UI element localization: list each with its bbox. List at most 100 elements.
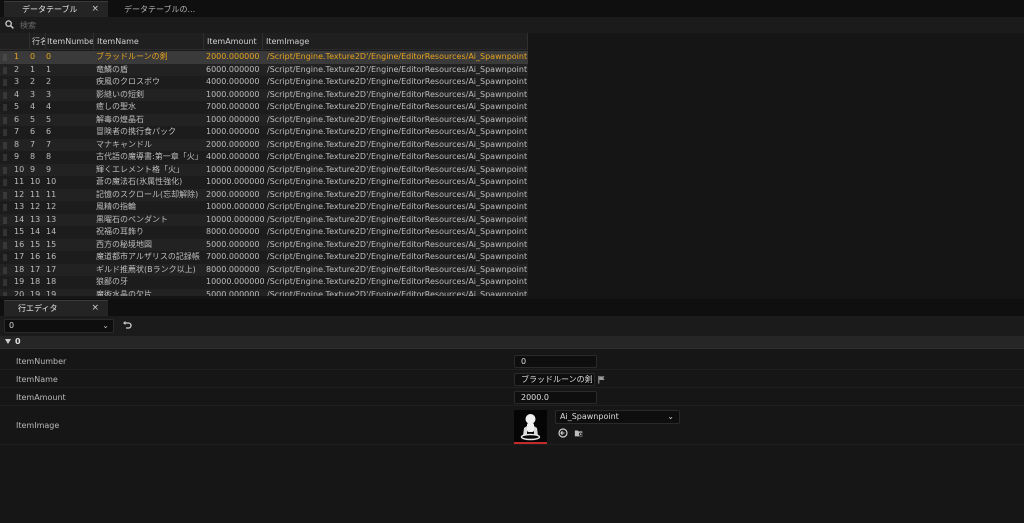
table-row[interactable]: 15 14 14 祝福の耳飾り 8000.000000/Script/Engine.Te… xyxy=(0,226,528,239)
item-amount-cell: 8000.000000 xyxy=(206,227,260,236)
property-label: ItemNumber xyxy=(16,357,67,366)
drag-handle-icon[interactable] xyxy=(3,291,7,296)
drag-handle-icon[interactable] xyxy=(3,116,7,124)
table-row[interactable]: 20 19 19 魔術水晶の欠片 5000.000000/Script/Engine.T… xyxy=(0,288,528,297)
search-bar[interactable]: 検索 xyxy=(0,17,1024,33)
undo-icon[interactable] xyxy=(122,320,132,330)
item-amount-cell: 10000.000000 xyxy=(206,277,264,286)
drag-handle-icon[interactable] xyxy=(3,54,7,61)
column-header-item-image[interactable]: ItemImage xyxy=(263,33,528,50)
table-row[interactable]: 12 11 11 記憶のスクロール(忘却解除) 2000.000000/Script/E… xyxy=(0,188,528,201)
folder-search-icon[interactable] xyxy=(574,428,584,438)
arrow-left-circle-icon[interactable] xyxy=(558,428,568,438)
drag-handle-icon[interactable] xyxy=(3,179,7,186)
item-amount-cell: 5000.000000 xyxy=(206,239,260,249)
drag-handle-icon[interactable] xyxy=(3,129,7,136)
category-header[interactable]: 0 xyxy=(0,336,1024,349)
row-name: 5 xyxy=(30,114,36,124)
close-icon[interactable]: × xyxy=(91,303,99,313)
table-row[interactable]: 2 1 1 竜鱗の盾 6000.000000/Script/Engine.Texture… xyxy=(0,63,528,76)
drag-handle-icon[interactable] xyxy=(3,66,7,74)
column-header-item-name[interactable]: ItemName xyxy=(94,33,204,50)
tab-data-table[interactable]: データテーブル × xyxy=(4,1,108,17)
table-row[interactable]: 5 4 4 癒しの聖水 7000.000000/Script/Engine.Textur… xyxy=(0,101,528,114)
drag-handle-icon[interactable] xyxy=(3,254,7,261)
drag-handle-icon[interactable] xyxy=(3,154,7,161)
table-row[interactable]: 4 3 3 影縫いの短剣 1000.000000/Script/Engine.Textu… xyxy=(0,88,528,101)
item-image-cell: /Script/Engine.Texture2D'/Engine/EditorR… xyxy=(267,77,528,86)
column-header-item-number[interactable]: ItemNumber xyxy=(46,33,94,50)
table-row[interactable]: 8 7 7 マナキャンドル 2000.000000/Script/Engine.Text… xyxy=(0,138,528,151)
table-row[interactable]: 6 5 5 解毒の煌晶石 1000.000000/Script/Engine.Textu… xyxy=(0,113,528,126)
table-row[interactable]: 10 9 9 輝くエレメント格「火」 10000.000000/Script/Engin… xyxy=(0,163,528,176)
item-amount-cell: 2000.000000 xyxy=(206,139,260,149)
close-icon[interactable]: × xyxy=(91,4,99,14)
tab-label: データテーブル xyxy=(22,5,78,14)
column-header-item-amount[interactable]: ItemAmount xyxy=(204,33,263,50)
item-name-cell: 解毒の煌晶石 xyxy=(96,114,144,124)
table-row[interactable]: 7 6 6 冒険者の携行食パック 1000.000000/Script/Engine.T… xyxy=(0,126,528,139)
item-number-cell: 3 xyxy=(46,89,52,99)
row-name: 10 xyxy=(30,177,41,186)
asset-picker-dropdown[interactable]: Ai_Spawnpoint ⌄ xyxy=(555,410,680,424)
drag-handle-icon[interactable] xyxy=(3,279,7,286)
column-header-row-name[interactable]: 行名 xyxy=(30,33,46,50)
item-amount-cell: 10000.000000 xyxy=(206,214,264,224)
drag-handle-icon[interactable] xyxy=(3,91,7,99)
item-number-cell: 2 xyxy=(46,77,52,86)
table-row[interactable]: 3 2 2 疾風のクロスボウ 4000.000000/Script/Engine.Tex… xyxy=(0,76,528,89)
table-row[interactable]: 18 17 17 ギルド推薦状(Bランク以上) 8000.000000/Script/E… xyxy=(0,263,528,276)
drag-handle-icon[interactable] xyxy=(3,191,7,199)
table-row[interactable]: 9 8 8 古代語の魔導書:第一章「火」 4000.000000/Script/Engi… xyxy=(0,151,528,164)
table-row[interactable]: 1 0 0 ブラッドルーンの剣 2000.000000/Script/Engine.Te… xyxy=(0,51,528,64)
item-number-cell: 0 xyxy=(46,52,52,61)
item-image-cell: /Script/Engine.Texture2D'/Engine/EditorR… xyxy=(267,277,528,286)
drag-handle-icon[interactable] xyxy=(3,104,7,111)
drag-handle-icon[interactable] xyxy=(3,166,7,174)
drag-handle-icon[interactable] xyxy=(3,141,7,149)
item-amount-field[interactable]: 2000.0 xyxy=(514,391,597,404)
row-name: 1 xyxy=(30,64,36,74)
drag-handle-icon[interactable] xyxy=(3,241,7,249)
table-row[interactable]: 19 18 18 狼鄙の牙 10000.000000/Script/Engine.Tex… xyxy=(0,276,528,289)
item-name-cell: 癒しの聖水 xyxy=(96,102,136,111)
table-row[interactable]: 13 12 12 風精の指輪 10000.000000/Script/Engine.Te… xyxy=(0,201,528,214)
tab-row-editor[interactable]: 行エディタ × xyxy=(4,300,108,316)
row-name: 18 xyxy=(30,277,41,286)
table-row[interactable]: 17 16 16 魔道都市アルザリスの記録帳 7000.000000/Script/En… xyxy=(0,251,528,264)
row-name: 7 xyxy=(30,139,36,149)
item-amount-cell: 7000.000000 xyxy=(206,102,260,111)
item-name-field[interactable]: ブラッドルーンの剣 xyxy=(514,373,595,386)
drag-handle-icon[interactable] xyxy=(3,79,7,86)
drag-handle-icon[interactable] xyxy=(3,204,7,211)
item-name-cell: 風精の指輪 xyxy=(96,202,136,211)
row-name: 8 xyxy=(30,152,36,161)
asset-thumbnail[interactable] xyxy=(514,410,547,444)
item-amount-cell: 7000.000000 xyxy=(206,252,260,261)
item-number-cell: 1 xyxy=(46,64,52,74)
item-name-cell: マナキャンドル xyxy=(96,139,152,149)
item-image-cell: /Script/Engine.Texture2D'/Engine/EditorR… xyxy=(267,127,528,136)
table-row[interactable]: 16 15 15 西方の秘境地図 5000.000000/Script/Engine.T… xyxy=(0,238,528,251)
item-number-field[interactable]: 0 xyxy=(514,355,597,368)
drag-handle-icon[interactable] xyxy=(3,216,7,224)
item-name-cell: 狼鄙の牙 xyxy=(96,277,128,286)
drag-handle-icon[interactable] xyxy=(3,229,7,236)
row-name: 9 xyxy=(30,164,36,174)
table-row[interactable]: 11 10 10 蒼の魔法石(氷属性強化) 10000.000000/Script/En… xyxy=(0,176,528,189)
category-label: 0 xyxy=(15,337,21,346)
tab-data-table-details[interactable]: データテーブルの... xyxy=(108,1,218,17)
item-number-cell: 19 xyxy=(46,289,57,297)
flag-icon[interactable] xyxy=(597,375,606,384)
row-select-dropdown[interactable]: 0 ⌄ xyxy=(4,319,114,333)
item-amount-cell: 8000.000000 xyxy=(206,264,260,274)
item-image-cell: /Script/Engine.Texture2D'/Engine/EditorR… xyxy=(267,214,528,224)
row-name: 17 xyxy=(30,264,41,274)
item-number-cell: 7 xyxy=(46,139,52,149)
item-number-cell: 18 xyxy=(46,277,57,286)
table-header: 行名 ItemNumber ItemName ItemAmount ItemIm… xyxy=(0,33,528,50)
drag-handle-icon[interactable] xyxy=(3,266,7,274)
table-row[interactable]: 14 13 13 黒曜石のペンダント 10000.000000/Script/Engin… xyxy=(0,213,528,226)
tab-label: 行エディタ xyxy=(18,304,58,313)
row-name: 15 xyxy=(30,239,41,249)
